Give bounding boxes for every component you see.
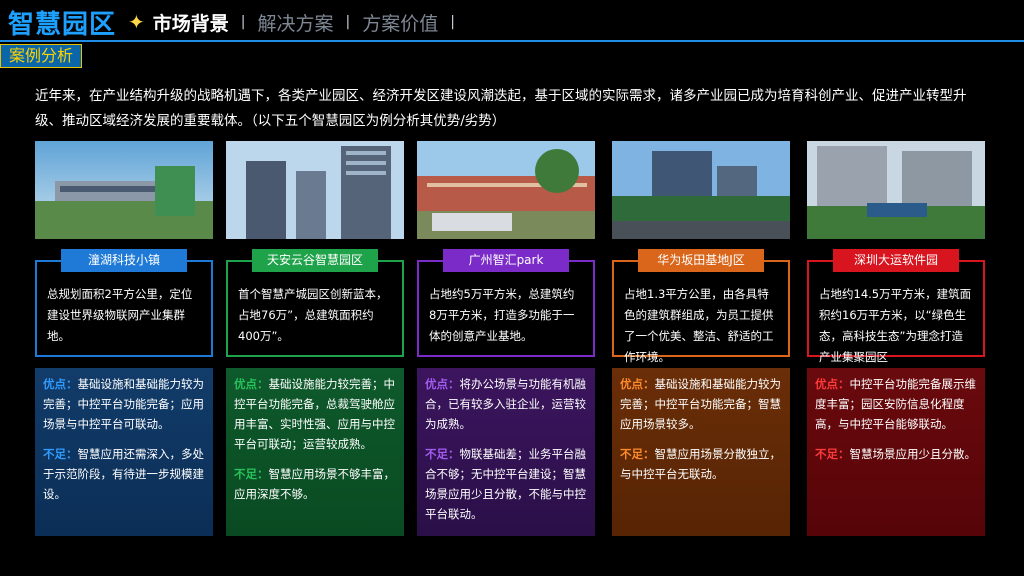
pros-label: 优点： — [815, 377, 850, 391]
case-description: 占地约14.5万平方米，建筑面积约16万平方米，以“绿色生态，高科技生态”为理念… — [819, 287, 972, 364]
cons-label: 不足： — [815, 447, 850, 461]
case-card-tonghu: 总规划面积2平方公里，定位建设世界级物联网产业集群地。 — [35, 260, 213, 357]
case-name-tag: 天安云谷智慧园区 — [252, 249, 378, 272]
case-description: 占地1.3平方公里，由各具特色的建筑群组成，为员工提供了一个优美、整洁、舒适的工… — [624, 287, 774, 364]
case-analysis-tianan: 优点：基础设施能力较完善；中控平台功能完备，总裁驾驶舱应用丰富、实时性强、应用与… — [226, 368, 404, 536]
case-name-tag: 广州智汇park — [443, 249, 569, 272]
case-photo-tonghu — [35, 141, 213, 239]
case-name-tag: 深圳大运软件园 — [833, 249, 959, 272]
pros-label: 优点： — [620, 377, 655, 391]
pros-label: 优点： — [425, 377, 460, 391]
case-name-tag: 华为坂田基地J区 — [638, 249, 764, 272]
nav-divider: | — [345, 14, 351, 30]
nav-solution[interactable]: 解决方案 — [258, 9, 334, 36]
cons-label: 不足： — [425, 447, 460, 461]
cons-text: 智慧场景应用少且分散。 — [849, 447, 977, 461]
case-photo-tianan — [226, 141, 404, 239]
case-name-tag: 潼湖科技小镇 — [61, 249, 187, 272]
section-title: 案例分析 — [0, 44, 83, 68]
case-photo-guangzhou — [417, 141, 595, 239]
nav-value[interactable]: 方案价值 — [362, 9, 438, 36]
pros-label: 优点： — [43, 377, 78, 391]
case-description: 总规划面积2平方公里，定位建设世界级物联网产业集群地。 — [47, 287, 193, 343]
case-analysis-guangzhou: 优点：将办公场景与功能有机融合，已有较多入驻企业，运营较为成熟。 不足：物联基础… — [417, 368, 595, 536]
star-icon: ✦ — [128, 10, 145, 34]
header-rule — [0, 40, 1024, 42]
case-card-guangzhou: 占地约5万平方米，总建筑约 8万平方米，打造多功能于一体的创意产业基地。 — [417, 260, 595, 357]
nav-divider: | — [450, 14, 455, 30]
nav-divider: | — [240, 14, 246, 30]
case-analysis-dayun: 优点：中控平台功能完备展示维度丰富；园区安防信息化程度高，与中控平台能够联动。 … — [807, 368, 985, 536]
intro-paragraph: 近年来，在产业结构升级的战略机遇下，各类产业园区、经济开发区建设风潮迭起，基于区… — [35, 88, 967, 129]
case-card-tianan: 首个智慧产城园区创新蓝本，占地76万”，总建筑面积约 400万”。 — [226, 260, 404, 357]
case-photo-dayun — [807, 141, 985, 239]
cons-label: 不足： — [43, 447, 78, 461]
top-navigation: 智慧园区 ✦ 市场背景 | 解决方案 | 方案价值 | — [0, 0, 1024, 44]
case-photo-huawei — [612, 141, 790, 239]
cons-label: 不足： — [234, 467, 269, 481]
nav-market-background[interactable]: 市场背景 — [153, 9, 229, 36]
case-card-huawei: 占地1.3平方公里，由各具特色的建筑群组成，为员工提供了一个优美、整洁、舒适的工… — [612, 260, 790, 364]
case-description: 首个智慧产城园区创新蓝本，占地76万”，总建筑面积约 400万”。 — [238, 287, 388, 343]
brand-title: 智慧园区 — [8, 9, 117, 40]
case-analysis-huawei: 优点：基础设施和基础能力较为完善；中控平台功能完备；智慧应用场景较多。 不足：智… — [612, 368, 790, 536]
case-card-dayun: 占地约14.5万平方米，建筑面积约16万平方米，以“绿色生态，高科技生态”为理念… — [807, 260, 985, 364]
case-description: 占地约5万平方米，总建筑约 8万平方米，打造多功能于一体的创意产业基地。 — [429, 287, 575, 343]
pros-label: 优点： — [234, 377, 269, 391]
case-analysis-tonghu: 优点：基础设施和基础能力较为完善；中控平台功能完备；应用场景与中控平台可联动。 … — [35, 368, 213, 536]
cons-label: 不足： — [620, 447, 655, 461]
